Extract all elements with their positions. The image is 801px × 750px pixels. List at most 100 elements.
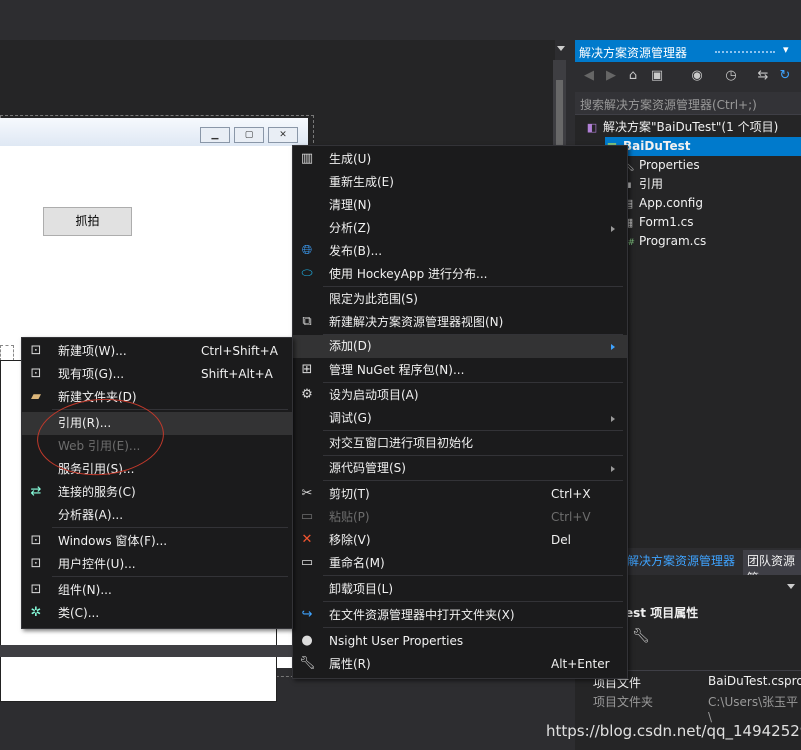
back-icon[interactable]: ◀ bbox=[581, 68, 597, 84]
menu-item-analyze[interactable]: 分析(Z) bbox=[293, 217, 627, 240]
rename-icon: ▭ bbox=[300, 555, 314, 570]
menu-item-new-view[interactable]: ⧉ 新建解决方案资源管理器视图(N) bbox=[293, 311, 627, 334]
menu-item-scope[interactable]: 限定为此范围(S) bbox=[293, 288, 627, 311]
menu-item-rebuild[interactable]: 重新生成(E) bbox=[293, 171, 627, 194]
submenu-item-user-control[interactable]: ⊡ 用户控件(U)... bbox=[22, 553, 292, 576]
tab-dropdown-icon[interactable] bbox=[557, 46, 565, 51]
menu-item-interactive-init[interactable]: 对交互窗口进行项目初始化 bbox=[293, 432, 627, 455]
prop-value[interactable]: BaiDuTest.cspro bbox=[708, 674, 801, 688]
menu-item-unload[interactable]: 卸载项目(L) bbox=[293, 578, 627, 601]
capture-button[interactable]: 抓拍 bbox=[43, 207, 132, 236]
tree-item-properties[interactable]: 🔧︎ Properties bbox=[621, 156, 700, 175]
prop-value[interactable]: C:\Users\张玉平\ bbox=[708, 693, 801, 724]
watermark-text: https://blog.csdn.net/qq_14942529 bbox=[546, 722, 801, 740]
submenu-arrow-icon bbox=[611, 416, 615, 422]
menu-item-source-control[interactable]: 源代码管理(S) bbox=[293, 457, 627, 480]
minimize-icon: ▁ bbox=[200, 127, 230, 143]
connected-service-icon: ⇄ bbox=[30, 484, 42, 499]
maximize-icon: ▢ bbox=[234, 127, 264, 143]
menu-item-build[interactable]: ▥ 生成(U) bbox=[293, 148, 627, 171]
menu-separator bbox=[323, 627, 623, 628]
existing-item-icon: ⊡ bbox=[30, 366, 42, 381]
menu-item-cut[interactable]: ✂ 剪切(T) Ctrl+X bbox=[293, 483, 627, 506]
new-folder-icon: ▰ bbox=[31, 389, 41, 404]
submenu-item-class[interactable]: ✲ 类(C)... bbox=[22, 602, 292, 625]
project-context-menu: ▥ 生成(U) 重新生成(E) 清理(N) 分析(Z) 🌐︎ 发布(B)... ⬭ 使… bbox=[292, 145, 628, 679]
new-view-icon: ⧉ bbox=[302, 314, 312, 329]
menu-item-rename[interactable]: ▭ 重命名(M) bbox=[293, 552, 627, 575]
user-control-icon: ⊡ bbox=[30, 556, 42, 571]
tree-item-form1[interactable]: ▦ Form1.cs bbox=[621, 213, 694, 232]
solution-explorer-title-bar[interactable]: 解决方案资源管理器 ▾ bbox=[575, 40, 801, 62]
menu-item-clean[interactable]: 清理(N) bbox=[293, 194, 627, 217]
menu-item-publish[interactable]: 🌐︎ 发布(B)... bbox=[293, 240, 627, 263]
menu-item-hockeyapp[interactable]: ⬭ 使用 HockeyApp 进行分布... bbox=[293, 263, 627, 286]
menu-item-properties[interactable]: 🔧︎ 属性(R) Alt+Enter bbox=[293, 653, 627, 676]
tree-item-program[interactable]: C#Program.cs bbox=[621, 232, 706, 251]
menu-separator bbox=[323, 382, 623, 383]
menu-item-nsight[interactable]: ● Nsight User Properties bbox=[293, 630, 627, 653]
submenu-item-component[interactable]: ⊡ 组件(N)... bbox=[22, 579, 292, 602]
properties-dropdown-icon[interactable] bbox=[787, 584, 795, 589]
windows-form-icon: ⊡ bbox=[30, 533, 42, 548]
submenu-arrow-icon bbox=[611, 344, 615, 350]
tree-item-solution[interactable]: ◧ 解决方案"BaiDuTest"(1 个项目) bbox=[585, 118, 778, 137]
add-submenu: ⊡ 新建项(W)... Ctrl+Shift+A ⊡ 现有项(G)... Shift+A… bbox=[21, 337, 293, 629]
nsight-icon: ● bbox=[301, 633, 313, 648]
submenu-arrow-icon bbox=[611, 226, 615, 232]
menu-separator bbox=[52, 527, 288, 528]
tab-solution-explorer[interactable]: 解决方案资源管理器 bbox=[627, 552, 735, 569]
solution-icon: ◧ bbox=[586, 121, 598, 134]
menu-item-remove[interactable]: ✕ 移除(V) Del bbox=[293, 529, 627, 552]
scissors-icon: ✂ bbox=[301, 486, 313, 501]
menu-separator bbox=[323, 575, 623, 576]
menu-separator bbox=[323, 480, 623, 481]
solution-explorer-title: 解决方案资源管理器 bbox=[579, 46, 688, 60]
submenu-item-new-item[interactable]: ⊡ 新建项(W)... Ctrl+Shift+A bbox=[22, 340, 292, 363]
paste-icon: ▭ bbox=[300, 509, 314, 524]
pending-changes-icon[interactable]: ◷ bbox=[723, 68, 739, 84]
submenu-item-existing-item[interactable]: ⊡ 现有项(G)... Shift+Alt+A bbox=[22, 363, 292, 386]
open-folder-arrow-icon: ↪ bbox=[301, 607, 313, 622]
forward-icon[interactable]: ▶ bbox=[603, 68, 619, 84]
class-icon: ✲ bbox=[30, 605, 42, 620]
menu-separator bbox=[323, 286, 623, 287]
submenu-arrow-icon bbox=[611, 466, 615, 472]
properties-header: est 项目属性 bbox=[625, 606, 699, 620]
show-all-files-icon[interactable]: ◉ bbox=[689, 68, 705, 84]
solution-explorer-toolbar: ◀ ▶ ⌂ ▣ ◉ ◷ ⇆ ↻ bbox=[575, 62, 801, 92]
wrench-icon: 🔧︎ bbox=[299, 656, 316, 671]
tree-item-project[interactable]: ■BaiDuTest bbox=[605, 137, 801, 156]
gear-icon: ⚙ bbox=[301, 387, 313, 402]
switch-views-icon[interactable]: ▣ bbox=[649, 68, 665, 84]
menu-item-add[interactable]: 添加(D) bbox=[293, 335, 627, 358]
form-title-bar: ▁ ▢ ✕ bbox=[0, 118, 308, 147]
nuget-icon: ⊞ bbox=[301, 362, 313, 377]
window-position-icon[interactable]: ▾ bbox=[783, 43, 789, 56]
build-icon: ▥ bbox=[300, 151, 314, 166]
publish-globe-icon: 🌐︎ bbox=[301, 243, 313, 258]
submenu-item-analyzer[interactable]: 分析器(A)... bbox=[22, 504, 292, 527]
menu-item-nuget[interactable]: ⊞ 管理 NuGet 程序包(N)... bbox=[293, 359, 627, 382]
search-input[interactable]: 搜索解决方案资源管理器(Ctrl+;) bbox=[580, 96, 757, 113]
submenu-item-connected-service[interactable]: ⇄ 连接的服务(C) bbox=[22, 481, 292, 504]
menu-separator bbox=[323, 601, 623, 602]
menu-item-paste[interactable]: ▭ 粘贴(P) Ctrl+V bbox=[293, 506, 627, 529]
title-grip bbox=[715, 51, 775, 53]
property-pages-icon[interactable]: 🔧︎ bbox=[632, 628, 650, 644]
submenu-item-windows-form[interactable]: ⊡ Windows 窗体(F)... bbox=[22, 530, 292, 553]
hockeyapp-icon: ⬭ bbox=[301, 266, 313, 281]
home-icon[interactable]: ⌂ bbox=[625, 68, 641, 84]
menu-item-set-startup[interactable]: ⚙ 设为启动项目(A) bbox=[293, 384, 627, 407]
menu-item-debug[interactable]: 调试(G) bbox=[293, 407, 627, 430]
menu-separator bbox=[323, 430, 623, 431]
tree-item-appconfig[interactable]: ▤ App.config bbox=[621, 194, 703, 213]
sync-icon[interactable]: ⇆ bbox=[755, 68, 771, 84]
menu-item-open-folder[interactable]: ↪ 在文件资源管理器中打开文件夹(X) bbox=[293, 604, 627, 627]
prop-name: 项目文件夹 bbox=[593, 695, 654, 709]
document-tab-strip bbox=[0, 0, 801, 40]
refresh-icon[interactable]: ↻ bbox=[777, 68, 793, 84]
solution-explorer-search[interactable]: 搜索解决方案资源管理器(Ctrl+;) bbox=[575, 92, 801, 115]
new-item-icon: ⊡ bbox=[30, 343, 42, 358]
submenu-item-new-folder[interactable]: ▰ 新建文件夹(D) bbox=[22, 386, 292, 409]
